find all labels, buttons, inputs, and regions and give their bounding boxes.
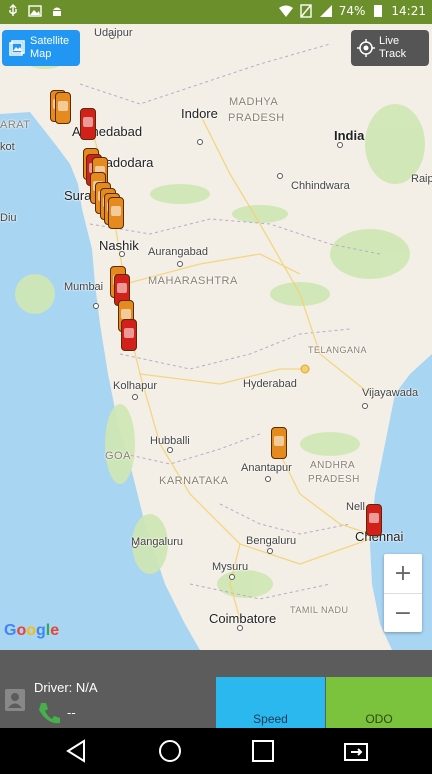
label-nellore: Nell <box>346 501 365 513</box>
battery-percent: 74% <box>338 4 366 18</box>
label-madhya: MADHYA <box>229 96 279 108</box>
label-karnataka: KARNATAKA <box>159 475 229 487</box>
label-hyderabad: Hyderabad <box>243 378 297 390</box>
label-goa: GOA <box>105 450 131 462</box>
label-mumbai: Mumbai <box>64 281 104 293</box>
phone-number: -- <box>67 706 76 720</box>
label-vijayawada: Vijayawada <box>362 387 419 399</box>
zoom-controls: + − <box>384 554 422 632</box>
vehicle-marker[interactable] <box>55 92 71 124</box>
zoom-in-button[interactable]: + <box>384 554 422 593</box>
vehicle-info-panel: Driver: N/A -- Speed ODO <box>0 650 432 728</box>
label-coimbatore: Coimbatore <box>209 611 277 626</box>
label-hubballi: Hubballi <box>150 435 190 447</box>
vehicle-marker[interactable] <box>121 319 137 351</box>
clock: 14:21 <box>391 4 426 18</box>
label-udaipur: Udaipur <box>94 27 133 39</box>
recents-icon[interactable] <box>248 736 278 766</box>
vehicle-marker[interactable] <box>271 427 287 459</box>
vehicle-marker[interactable] <box>80 108 96 140</box>
vehicle-marker[interactable] <box>366 504 382 536</box>
crosshair-icon <box>357 39 375 57</box>
label-maharashtra: MAHARASHTRA <box>148 275 238 287</box>
label-india: India <box>334 128 365 143</box>
label-chhindwara: Chhindwara <box>291 180 350 192</box>
label-telangana: TELANGANA <box>308 345 368 355</box>
label-raipur: Raip <box>411 173 432 185</box>
usb-icon <box>9 4 17 16</box>
label-nashik: Nashik <box>99 238 139 253</box>
label-pradesh-mp: PRADESH <box>228 112 285 124</box>
label-kot: kot <box>0 141 15 153</box>
label-mangaluru: Mangaluru <box>131 536 183 548</box>
label-anantapur: Anantapur <box>241 462 292 474</box>
label-diu: Diu <box>0 212 17 224</box>
satellite-line2: Map <box>30 48 52 60</box>
signal-icon <box>319 5 332 17</box>
navigation-bar <box>0 728 432 774</box>
live-track-button[interactable]: Live Track <box>351 30 429 66</box>
live-track-line1: Live <box>379 35 400 47</box>
label-mysuru: Mysuru <box>212 561 249 573</box>
status-bar: 74% 14:21 <box>0 0 432 24</box>
back-icon[interactable] <box>62 736 92 766</box>
satellite-icon <box>9 40 25 56</box>
contact-card-icon <box>5 689 25 711</box>
image-icon <box>28 5 42 17</box>
label-tamil-nadu: TAMIL NADU <box>290 605 349 615</box>
no-sim-icon <box>300 4 312 18</box>
driver-label: Driver: N/A <box>34 680 98 695</box>
screen-rotate-icon[interactable] <box>341 736 371 766</box>
android-icon <box>53 7 61 16</box>
home-icon[interactable] <box>155 736 185 766</box>
vehicle-marker[interactable] <box>108 197 124 229</box>
label-andhra: ANDHRA <box>310 460 356 471</box>
label-kolhapur: Kolhapur <box>113 380 158 392</box>
label-bengaluru: Bengaluru <box>246 535 297 547</box>
label-pradesh-ap: PRADESH <box>308 474 360 485</box>
map-view[interactable]: Udaipur Indore MADHYA PRADESH India Raip… <box>0 24 432 650</box>
satellite-line1: Satellite <box>30 35 70 47</box>
live-track-line2: Track <box>379 48 407 60</box>
label-indore: Indore <box>181 106 218 121</box>
odo-label: ODO <box>365 712 393 726</box>
google-logo: Google <box>4 622 60 639</box>
zoom-out-button[interactable]: − <box>384 593 422 632</box>
label-arat: ARAT <box>0 119 31 131</box>
wifi-icon <box>278 5 293 17</box>
speed-tile[interactable]: Speed <box>216 677 325 728</box>
satellite-map-button[interactable]: Satellite Map <box>2 30 80 66</box>
odo-tile[interactable]: ODO <box>326 677 432 728</box>
speed-label: Speed <box>253 712 288 726</box>
battery-icon <box>374 5 383 17</box>
phone-icon[interactable] <box>36 700 62 726</box>
label-aurangabad: Aurangabad <box>148 246 208 258</box>
